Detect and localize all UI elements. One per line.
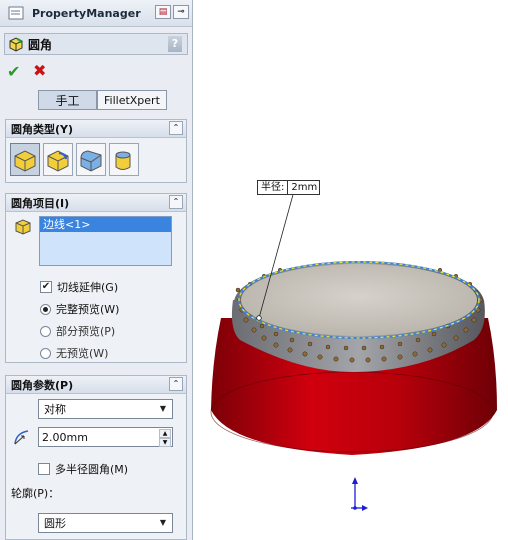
variable-radius-icon — [47, 149, 69, 172]
multi-radius-label: 多半径圆角(M) — [55, 463, 129, 476]
fillet-items-row: 边线<1> — [6, 212, 186, 266]
fillet-type-group: 圆角类型(Y) ⌃ — [5, 119, 187, 183]
radius-value: 2.00mm — [42, 430, 88, 444]
collapse-fillet-params-button[interactable]: ⌃ — [169, 377, 183, 391]
edge-selection-icon — [15, 219, 31, 235]
face-fillet-icon — [80, 149, 102, 172]
selected-edge-item[interactable]: 边线<1> — [40, 217, 171, 232]
no-preview-radio[interactable] — [40, 347, 51, 359]
tangent-propagation-row: ✔ 切线延伸(G) — [6, 276, 186, 298]
profile-value: 圆形 — [44, 517, 66, 530]
fillet-params-group: 圆角参数(P) ⌃ 对称 ▼ 2.00mm ▲ ▼ 多半径圆角(M) 轮廓(P)… — [5, 375, 187, 540]
radius-up-button[interactable]: ▲ — [159, 429, 171, 438]
fillet-type-label: 圆角类型(Y) — [11, 122, 74, 136]
face-fillet-button[interactable] — [76, 143, 106, 176]
fillet-params-label: 圆角参数(P) — [11, 378, 74, 392]
full-preview-radio[interactable] — [40, 303, 51, 315]
callout-label: 半径: — [258, 181, 289, 194]
radius-down-button[interactable]: ▼ — [159, 438, 171, 447]
profile-select[interactable]: 圆形 ▼ — [38, 513, 173, 533]
header-controls: ▤ ⊸ — [155, 5, 189, 19]
property-manager-title: PropertyManager — [32, 6, 141, 20]
cancel-button[interactable]: ✖ — [33, 61, 46, 80]
full-preview-row: 完整预览(W) — [6, 298, 186, 320]
no-preview-row: 无预览(W) — [6, 342, 186, 364]
triad-icon — [351, 477, 368, 511]
partial-preview-label: 部分预览(P) — [56, 325, 116, 338]
variable-radius-button[interactable] — [43, 143, 73, 176]
profile-label: 轮廓(P)： — [11, 487, 60, 500]
property-manager-icon — [8, 6, 24, 20]
fillet-items-group: 圆角项目(I) ⌃ 边线<1> ✔ 切线延伸(G) 完整预览(W) 部分预览(P… — [5, 193, 187, 363]
feature-title: 圆角 — [28, 37, 53, 52]
fillet-type-title: 圆角类型(Y) ⌃ — [6, 120, 186, 138]
fillet-items-title: 圆角项目(I) ⌃ — [6, 194, 186, 212]
multi-radius-row: 多半径圆角(M) — [6, 458, 128, 480]
radius-spinner[interactable]: ▲ ▼ — [159, 429, 171, 447]
pin-icon[interactable]: ⊸ — [173, 5, 189, 19]
full-preview-label: 完整预览(W) — [56, 303, 120, 316]
chevron-down-icon: ▼ — [159, 404, 167, 413]
radius-input[interactable]: 2.00mm ▲ ▼ — [38, 427, 173, 447]
fillet-items-list[interactable]: 边线<1> — [39, 216, 172, 266]
full-round-fillet-button[interactable] — [109, 143, 139, 176]
fillet-method-value: 对称 — [44, 403, 66, 416]
radius-icon — [14, 430, 29, 445]
partial-preview-radio[interactable] — [40, 325, 51, 337]
property-manager-header: PropertyManager ▤ ⊸ — [0, 0, 192, 27]
fillet-items-label: 圆角项目(I) — [11, 196, 70, 210]
constant-radius-button[interactable] — [10, 143, 40, 176]
no-preview-label: 无预览(W) — [56, 347, 109, 360]
callout-value[interactable]: 2mm — [288, 181, 319, 194]
tab-filletxpert[interactable]: FilletXpert — [97, 90, 167, 110]
mode-tabs: 手工 FilletXpert — [38, 90, 167, 110]
tangent-propagation-checkbox[interactable]: ✔ — [40, 281, 52, 293]
chevron-down-icon: ▼ — [159, 518, 167, 527]
constant-radius-icon — [14, 149, 36, 172]
model-3d[interactable] — [194, 0, 508, 540]
multi-radius-checkbox[interactable] — [38, 463, 50, 475]
fillet-feature-icon — [9, 37, 23, 52]
panel-options-icon[interactable]: ▤ — [155, 5, 171, 19]
tangent-propagation-label: 切线延伸(G) — [57, 281, 119, 294]
collapse-fillet-items-button[interactable]: ⌃ — [169, 195, 183, 209]
property-manager-panel: PropertyManager ▤ ⊸ 圆角 ? ✔ ✖ 手工 FilletXp… — [0, 0, 193, 540]
tab-manual[interactable]: 手工 — [38, 90, 97, 110]
partial-preview-row: 部分预览(P) — [6, 320, 186, 342]
feature-title-bar: 圆角 ? — [4, 33, 188, 55]
radius-callout[interactable]: 半径: 2mm — [257, 180, 321, 195]
collapse-fillet-type-button[interactable]: ⌃ — [169, 121, 183, 135]
fillet-type-options — [6, 138, 186, 181]
help-button[interactable]: ? — [168, 36, 182, 52]
graphics-viewport[interactable]: 半径: 2mm — [194, 0, 508, 540]
full-round-fillet-icon — [115, 151, 131, 170]
fillet-method-select[interactable]: 对称 ▼ — [38, 399, 173, 419]
ok-button[interactable]: ✔ — [7, 62, 20, 81]
fillet-params-title: 圆角参数(P) ⌃ — [6, 376, 186, 394]
